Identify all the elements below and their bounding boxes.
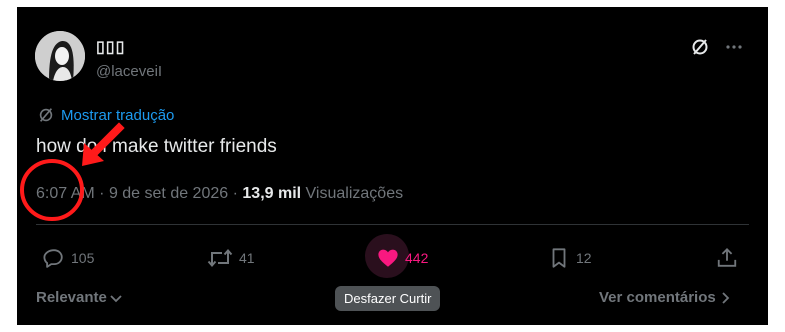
meta-separator: · bbox=[232, 185, 243, 202]
tweet-time[interactable]: 6:07 AM bbox=[36, 185, 95, 202]
bookmark-count: 12 bbox=[576, 250, 592, 266]
meta-separator: · bbox=[99, 185, 109, 202]
share-button[interactable] bbox=[716, 245, 738, 271]
reply-count: 105 bbox=[71, 250, 95, 266]
no-translate-icon bbox=[39, 108, 53, 122]
chevron-down-icon bbox=[110, 294, 122, 302]
avatar-image bbox=[35, 31, 85, 81]
retweet-button[interactable]: 41 bbox=[207, 245, 255, 271]
tweet-date[interactable]: 9 de set de 2026 bbox=[109, 185, 228, 202]
divider bbox=[36, 224, 749, 225]
show-translation-label: Mostrar tradução bbox=[61, 106, 175, 124]
view-replies-link[interactable]: Ver comentários bbox=[599, 289, 731, 306]
like-button[interactable]: 442 bbox=[377, 245, 428, 271]
tooltip: Desfazer Curtir bbox=[335, 286, 441, 311]
tweet-card: ▯▯▯ @laceveiI Mostrar tradução how do i … bbox=[17, 7, 768, 325]
chevron-right-icon bbox=[722, 291, 729, 304]
user-handle[interactable]: @laceveiI bbox=[96, 63, 162, 80]
share-icon bbox=[717, 247, 737, 267]
retweet-count: 41 bbox=[239, 250, 255, 266]
no-translate-icon[interactable] bbox=[689, 36, 711, 58]
avatar[interactable] bbox=[35, 31, 85, 81]
views-count: 13,9 mil bbox=[242, 185, 302, 202]
show-translation-link[interactable]: Mostrar tradução bbox=[37, 106, 174, 124]
heart-filled-icon bbox=[378, 249, 398, 267]
reply-icon bbox=[43, 249, 63, 268]
sort-label: Relevante bbox=[36, 289, 107, 306]
view-replies-label: Ver comentários bbox=[599, 289, 716, 306]
bookmark-button[interactable]: 12 bbox=[548, 245, 592, 271]
more-horizontal-icon[interactable] bbox=[723, 36, 745, 58]
tweet-text: how do i make twitter friends bbox=[36, 136, 277, 157]
tweet-meta: 6:07 AM · 9 de set de 2026 · 13,9 mil Vi… bbox=[36, 185, 403, 203]
display-name[interactable]: ▯▯▯ bbox=[96, 37, 125, 57]
bookmark-icon bbox=[552, 248, 566, 268]
like-count: 442 bbox=[405, 250, 429, 266]
retweet-icon bbox=[207, 248, 233, 268]
reply-button[interactable]: 105 bbox=[43, 245, 94, 271]
sort-dropdown[interactable]: Relevante bbox=[36, 289, 123, 306]
views-label: Visualizações bbox=[305, 185, 404, 202]
